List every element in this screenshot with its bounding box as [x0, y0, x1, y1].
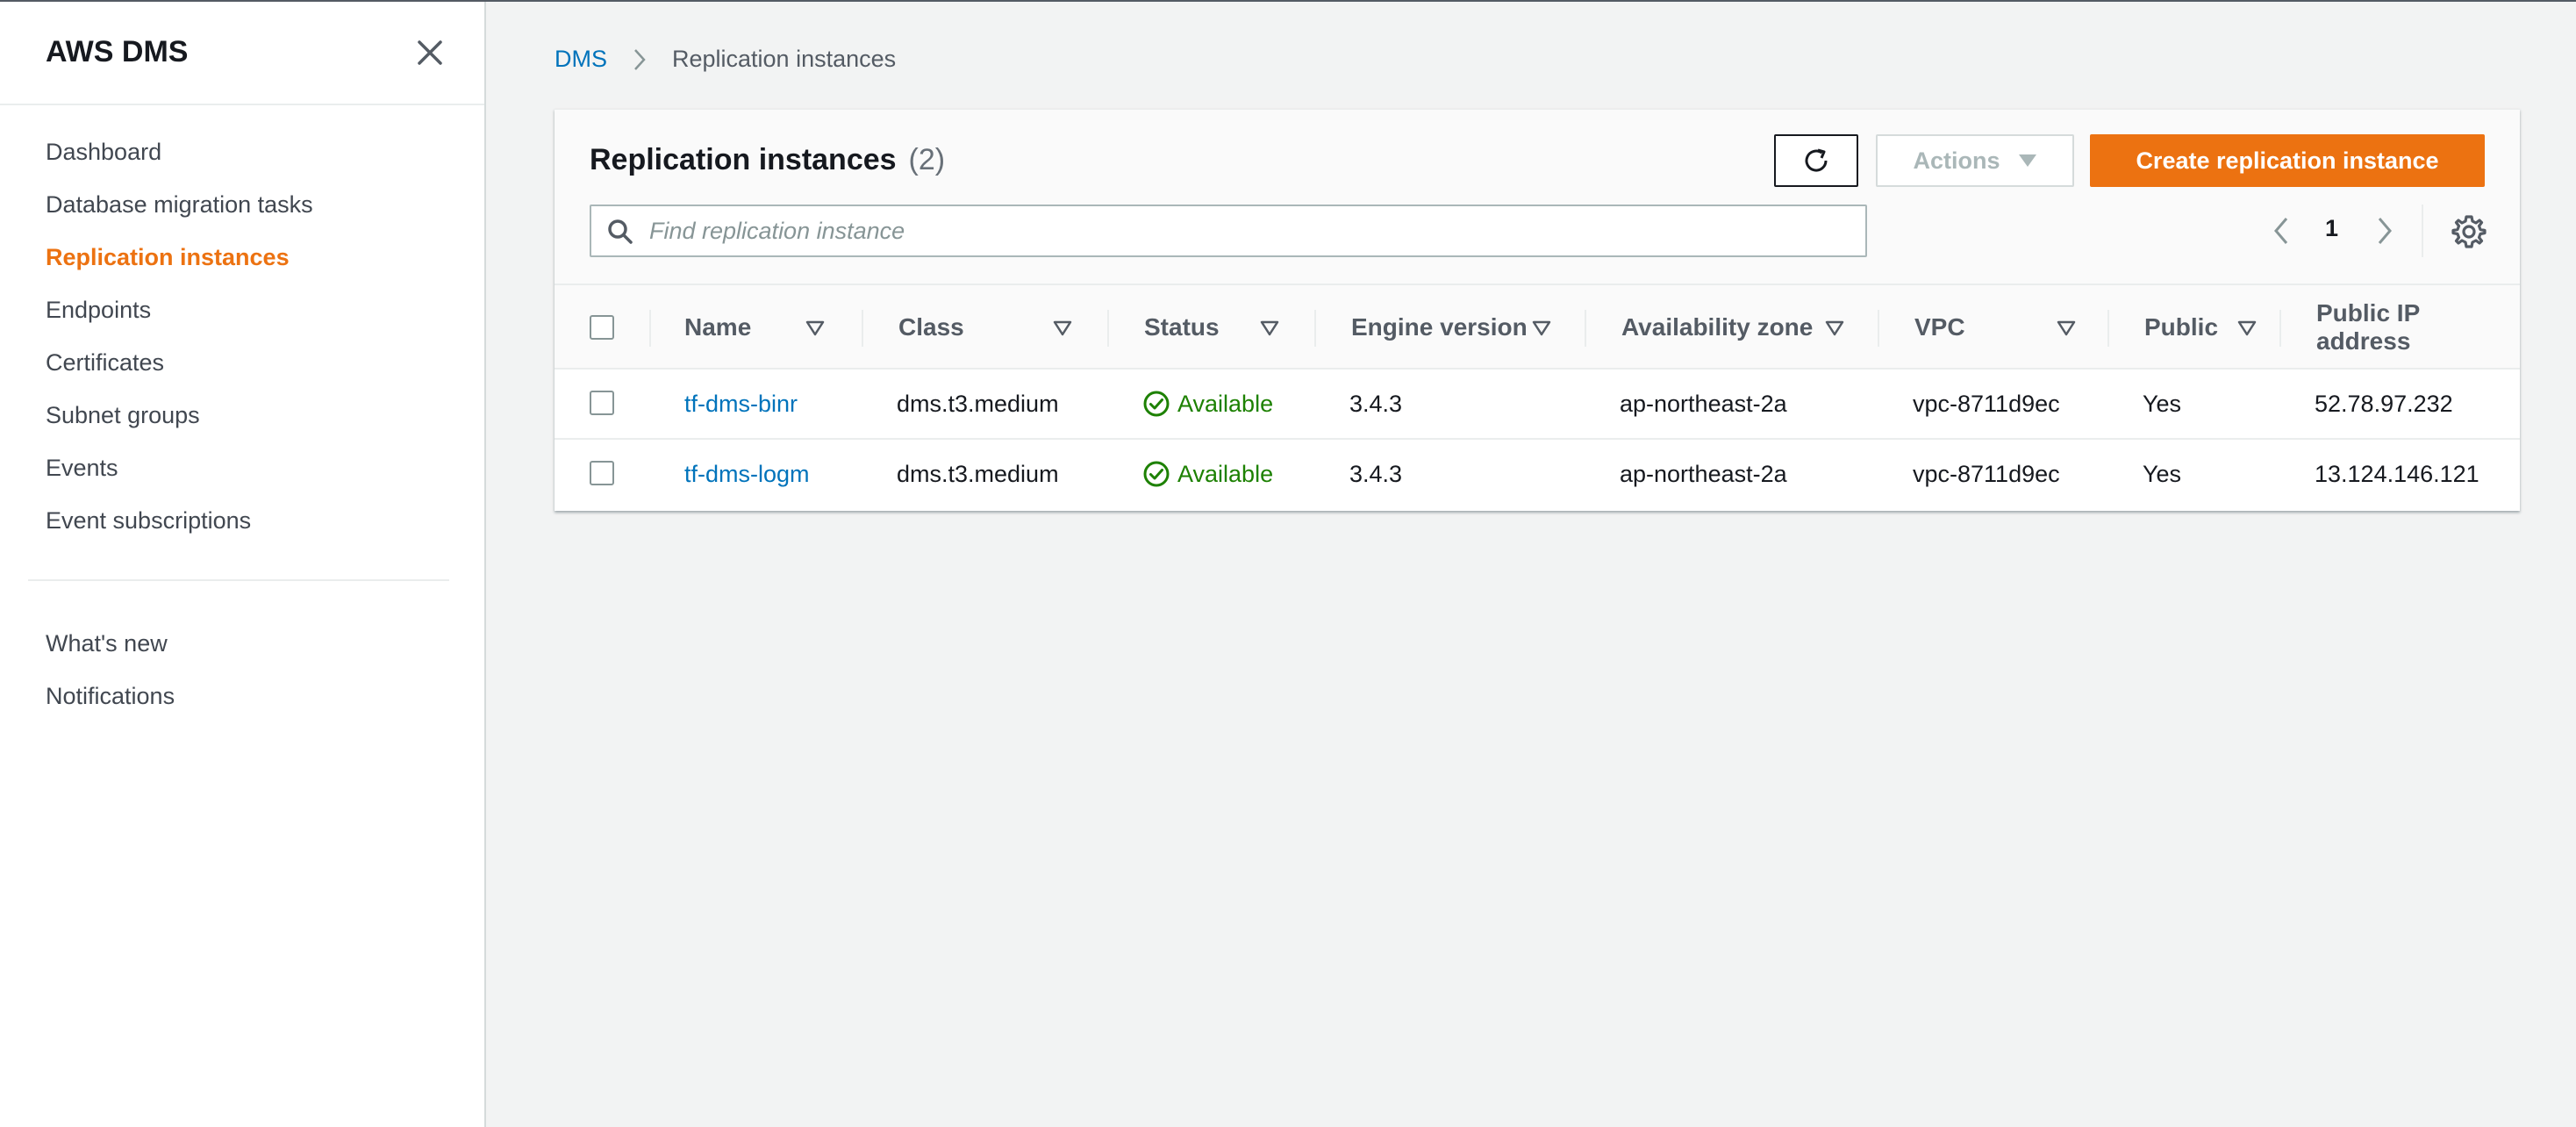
status-text: Available: [1177, 460, 1274, 487]
check-circle-icon: [1143, 461, 1170, 487]
sidebar-nav: Dashboard Database migration tasks Repli…: [46, 133, 313, 555]
panel-header: Replication instances (2) Actions Create …: [555, 110, 2520, 284]
sidebar-item-endpoints[interactable]: Endpoints: [46, 291, 313, 344]
caret-down-icon: [2018, 154, 2036, 167]
sidebar-secondary-nav: What's new Notifications: [46, 625, 175, 730]
sidebar-item-event-subscriptions[interactable]: Event subscriptions: [46, 502, 313, 555]
column-header-vpc[interactable]: VPC: [1914, 285, 1965, 370]
sidebar-item-notifications[interactable]: Notifications: [46, 678, 175, 730]
cell-public: Yes: [2143, 390, 2182, 417]
column-header-availability-zone[interactable]: Availability zone: [1621, 285, 1813, 370]
column-separator: [2279, 310, 2281, 347]
breadcrumb-dms-link[interactable]: DMS: [555, 46, 607, 73]
cell-public-ip: 13.124.146.121: [2315, 460, 2479, 487]
sidebar-item-dashboard[interactable]: Dashboard: [46, 133, 313, 186]
column-separator: [1585, 310, 1586, 347]
sidebar-item-events[interactable]: Events: [46, 449, 313, 502]
sort-icon[interactable]: [805, 320, 825, 336]
chevron-left-icon[interactable]: [2271, 213, 2292, 248]
cell-availability-zone: ap-northeast-2a: [1620, 460, 1787, 487]
instance-name-link[interactable]: tf-dms-logm: [684, 440, 810, 508]
column-separator: [649, 310, 651, 347]
check-circle-icon: [1143, 391, 1170, 417]
row-checkbox[interactable]: [590, 461, 614, 485]
refresh-button[interactable]: [1774, 134, 1858, 187]
column-header-name[interactable]: Name: [684, 285, 751, 370]
sort-icon[interactable]: [2057, 320, 2076, 336]
sidebar-header: AWS DMS: [0, 2, 484, 105]
column-separator: [1878, 310, 1879, 347]
pager-divider: [2422, 205, 2423, 257]
search-icon: [608, 219, 633, 244]
search-field: [590, 205, 1867, 257]
chevron-right-icon[interactable]: [2374, 213, 2395, 248]
chevron-right-icon: [634, 48, 646, 70]
cell-class: dms.t3.medium: [897, 390, 1059, 417]
sort-icon[interactable]: [1532, 320, 1551, 336]
panel-count: (2): [908, 143, 946, 176]
breadcrumb-current: Replication instances: [672, 46, 897, 72]
panel-title: Replication instances (2): [590, 143, 945, 177]
cell-public: Yes: [2143, 460, 2182, 487]
close-icon[interactable]: [412, 35, 447, 70]
cell-class: dms.t3.medium: [897, 460, 1059, 487]
actions-dropdown[interactable]: Actions: [1876, 134, 2074, 187]
column-separator: [1314, 310, 1316, 347]
column-header-status[interactable]: Status: [1144, 285, 1220, 370]
sidebar-item-subnet-groups[interactable]: Subnet groups: [46, 397, 313, 449]
status-badge: Available: [1142, 440, 1273, 508]
cell-engine-version: 3.4.3: [1349, 390, 1403, 417]
sort-icon[interactable]: [2237, 320, 2257, 336]
page-number[interactable]: 1: [2325, 215, 2338, 242]
sort-icon[interactable]: [1260, 320, 1279, 336]
status-text: Available: [1177, 390, 1274, 417]
table-row[interactable]: tf-dms-binr dms.t3.medium Available 3.4.…: [555, 370, 2520, 440]
panel-title-text: Replication instances: [590, 143, 897, 176]
column-header-public[interactable]: Public: [2144, 285, 2218, 370]
column-header-class[interactable]: Class: [898, 285, 964, 370]
breadcrumb: DMS Replication instances: [555, 46, 896, 73]
cell-engine-version: 3.4.3: [1349, 460, 1403, 487]
column-separator: [1107, 310, 1109, 347]
table-header: Name Class Status Engine version Availab…: [555, 284, 2520, 370]
select-all-checkbox[interactable]: [590, 315, 614, 340]
status-badge: Available: [1142, 370, 1273, 438]
cell-availability-zone: ap-northeast-2a: [1620, 390, 1787, 417]
actions-label: Actions: [1913, 147, 2000, 174]
sidebar-item-database-migration-tasks[interactable]: Database migration tasks: [46, 186, 313, 239]
instance-name-link[interactable]: tf-dms-binr: [684, 370, 798, 438]
table-row[interactable]: tf-dms-logm dms.t3.medium Available 3.4.…: [555, 440, 2520, 510]
sidebar-item-replication-instances[interactable]: Replication instances: [46, 239, 313, 291]
column-header-engine-version[interactable]: Engine version: [1351, 285, 1528, 370]
column-header-public-ip-address[interactable]: Public IP address: [2316, 285, 2520, 370]
cell-vpc: vpc-8711d9ec: [1913, 460, 2060, 487]
refresh-icon: [1805, 148, 1828, 172]
cell-vpc: vpc-8711d9ec: [1913, 390, 2060, 417]
create-replication-instance-button[interactable]: Create replication instance: [2090, 134, 2485, 187]
sidebar-divider: [28, 579, 449, 581]
sort-icon[interactable]: [1053, 320, 1072, 336]
cell-public-ip: 52.78.97.232: [2315, 390, 2453, 417]
column-separator: [862, 310, 863, 347]
sort-icon[interactable]: [1825, 320, 1844, 336]
search-input[interactable]: [649, 213, 1851, 248]
sidebar-item-whats-new[interactable]: What's new: [46, 625, 175, 678]
sidebar-item-certificates[interactable]: Certificates: [46, 344, 313, 397]
row-checkbox[interactable]: [590, 391, 614, 415]
sidebar-title: AWS DMS: [46, 35, 189, 68]
column-separator: [2107, 310, 2109, 347]
gear-icon[interactable]: [2451, 213, 2487, 248]
side-navigation: AWS DMS Dashboard Database migration tas…: [0, 2, 486, 1127]
replication-instances-panel: Replication instances (2) Actions Create …: [555, 109, 2520, 511]
